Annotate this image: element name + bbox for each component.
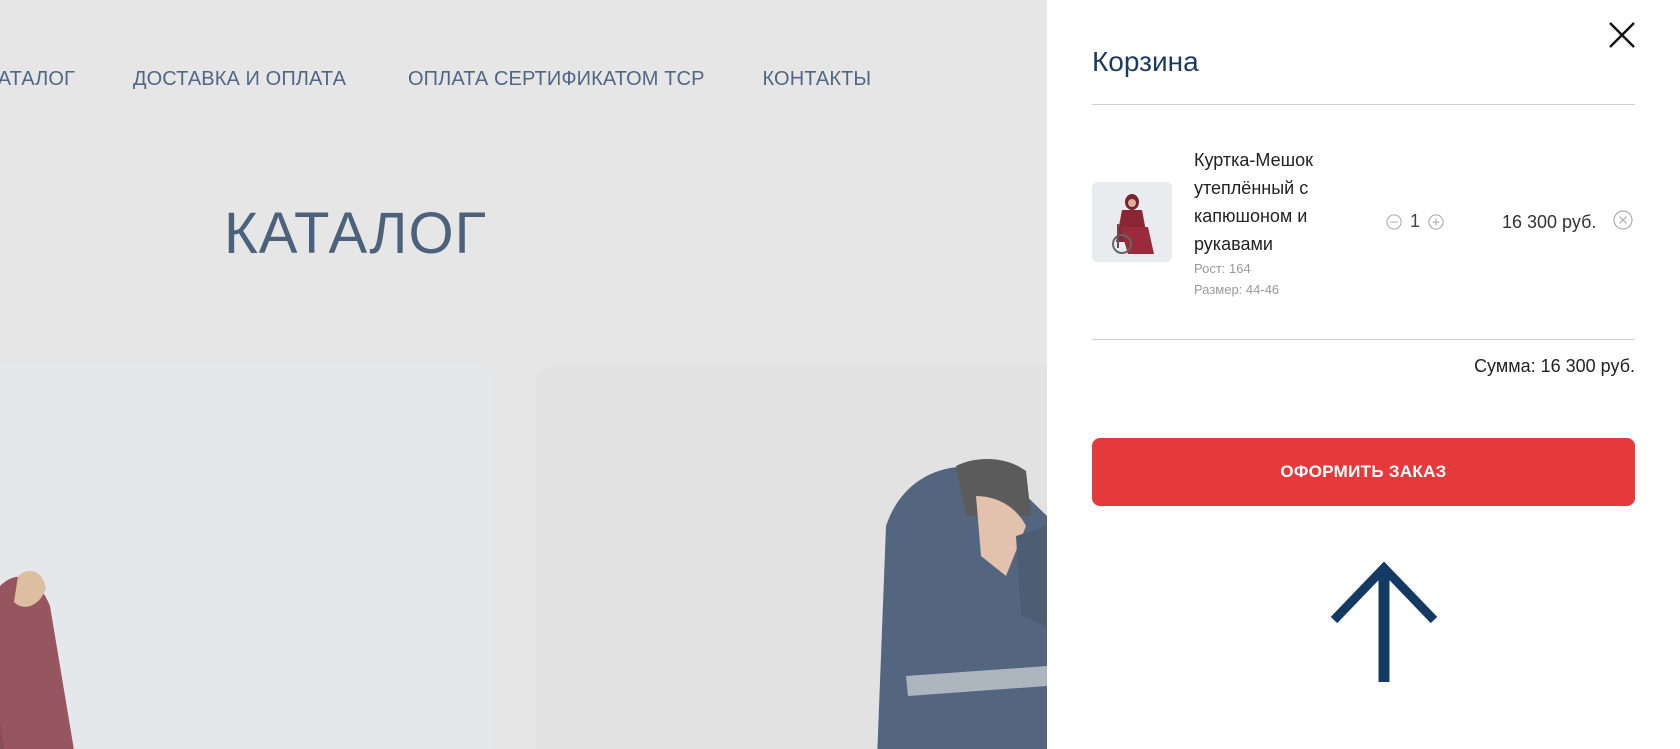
item-price: 16 300 руб. <box>1502 212 1597 232</box>
minus-circle-icon[interactable] <box>1386 213 1402 230</box>
item-option-size: Размер: 44-46 <box>1194 282 1280 297</box>
divider <box>1092 339 1635 340</box>
cart-total: Сумма: 16 300 руб. <box>1474 356 1635 376</box>
quantity-stepper: 1 <box>1386 211 1444 232</box>
cart-title: Корзина <box>1092 46 1199 77</box>
close-icon[interactable] <box>1607 20 1637 50</box>
item-thumbnail[interactable] <box>1092 182 1172 262</box>
cart-drawer: Корзина Куртка-Мешок утеплённый с капюшо… <box>1047 0 1680 749</box>
divider <box>1092 104 1635 105</box>
quantity-value: 1 <box>1410 211 1421 231</box>
page-dim-overlay <box>0 0 1047 749</box>
remove-circle-icon[interactable] <box>1613 210 1633 230</box>
item-name[interactable]: Куртка-Мешок утеплённый с капюшоном и ру… <box>1194 146 1344 258</box>
item-option-height: Рост: 164 <box>1194 261 1251 276</box>
item-info: Куртка-Мешок утеплённый с капюшоном и ру… <box>1194 146 1344 300</box>
plus-circle-icon[interactable] <box>1428 213 1444 230</box>
arrow-up-icon <box>1329 560 1439 685</box>
checkout-button[interactable]: ОФОРМИТЬ ЗАКАЗ <box>1092 438 1635 506</box>
cart-item: Куртка-Мешок утеплённый с капюшоном и ру… <box>1092 146 1637 306</box>
